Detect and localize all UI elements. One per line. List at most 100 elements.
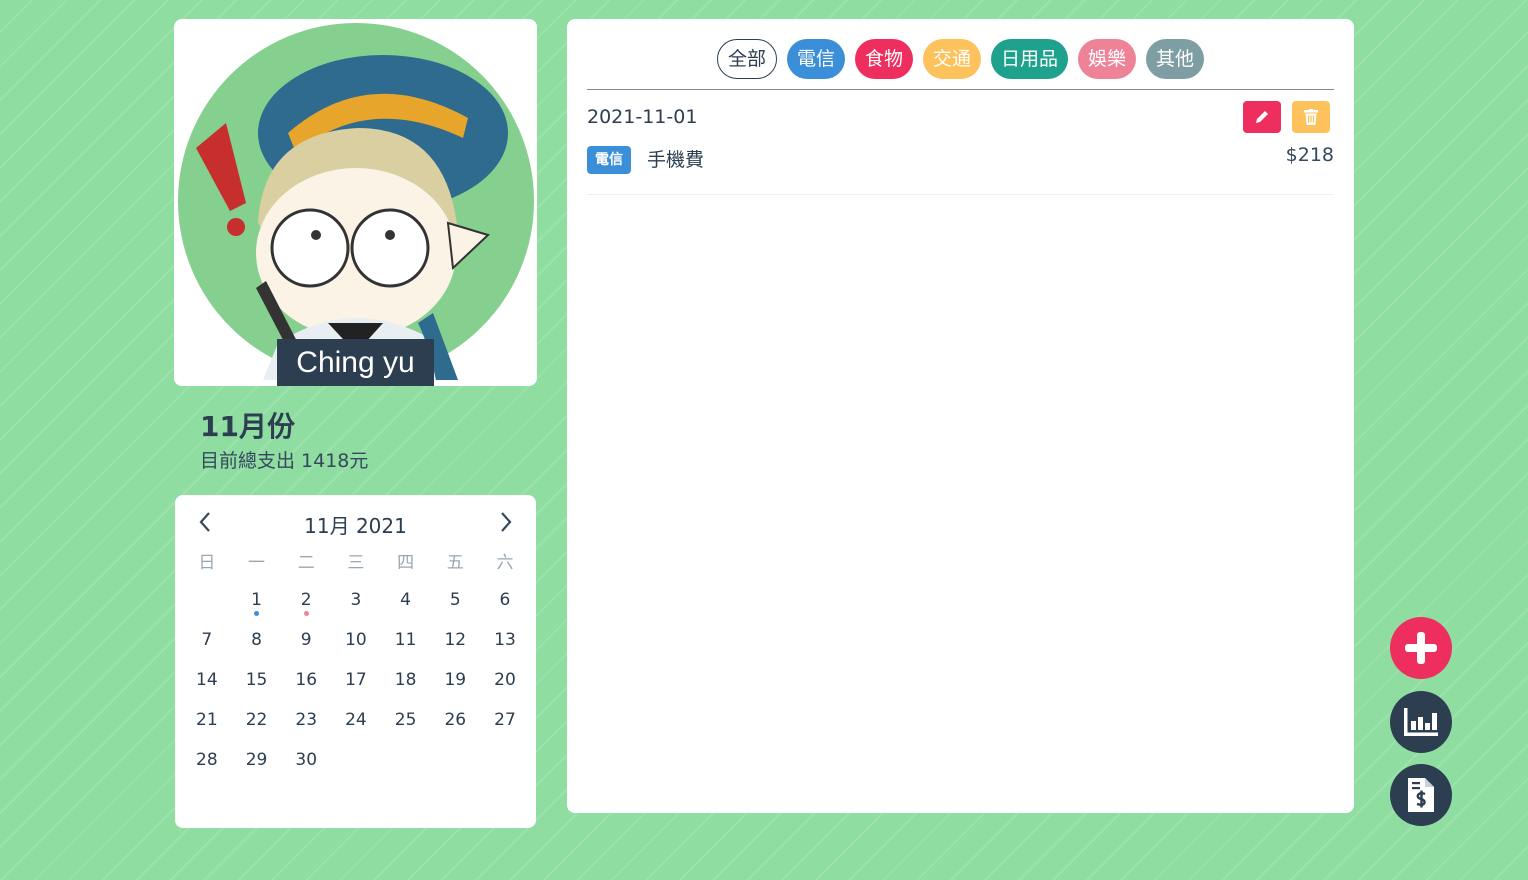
calendar-day-number: 8 <box>251 630 262 650</box>
edit-button[interactable] <box>1243 101 1281 133</box>
profile-card: Ching yu <box>174 19 537 386</box>
calendar-weekday: 六 <box>496 553 514 573</box>
month-total: 目前總支出 1418元 <box>200 450 369 472</box>
calendar-day-number: 2 <box>300 590 312 610</box>
calendar-day[interactable]: 10 <box>331 623 381 663</box>
calendar-day-number: 1 <box>251 590 262 610</box>
calendar-day-number: 29 <box>245 750 268 770</box>
calendar-title: 11月 2021 <box>304 514 407 538</box>
calendar-day[interactable]: 17 <box>331 663 381 703</box>
expense-marker-dot <box>303 611 309 616</box>
calendar-day[interactable]: 24 <box>331 703 381 743</box>
calendar-week: 21 22 23 24 25 26 27 <box>182 703 530 743</box>
calendar-day-number: 24 <box>345 710 367 730</box>
entry-amount: $218 <box>1285 144 1334 166</box>
filter-chip[interactable]: 食物 <box>854 39 913 79</box>
calendar-day[interactable]: 9 <box>281 623 331 663</box>
calendar-weekday: 五 <box>446 553 464 573</box>
calendar-empty-cell <box>480 743 530 783</box>
bill-button[interactable] <box>1390 764 1452 826</box>
calendar-week: 7 8 9 10 11 12 13 <box>182 623 530 663</box>
entry-category-badge: 電信 <box>587 146 631 174</box>
filter-chip[interactable]: 全部 <box>716 39 777 79</box>
calendar-day[interactable]: 14 <box>182 663 232 703</box>
calendar-day[interactable]: 8 <box>232 623 282 663</box>
calendar-day[interactable]: 19 <box>430 663 480 703</box>
calendar-day[interactable]: 30 <box>281 743 331 783</box>
filter-chip[interactable]: 其他 <box>1146 39 1205 79</box>
calendar-empty-cell <box>331 743 381 783</box>
invoice-dollar-icon <box>1408 778 1434 812</box>
calendar-day-number: 18 <box>394 670 417 690</box>
entry-item-name: 手機費 <box>647 149 705 171</box>
calendar-day-number: 12 <box>444 630 467 650</box>
calendar-day[interactable]: 20 <box>480 663 530 703</box>
calendar-weekday: 一 <box>248 553 266 573</box>
expense-panel: 全部 電信 食物 交通 日用品 娛樂 其他 2021-11-01 電信 手機費 $218 <box>567 19 1354 813</box>
calendar-day[interactable]: 6 <box>480 583 530 623</box>
calendar-grid: 日一二三四五六 1 2 3 4 5 6 7 8 9 10 11 12 13 14 15 16 17 18 19 20 21… <box>182 547 530 783</box>
calendar-day[interactable]: 11 <box>381 623 431 663</box>
filter-chip[interactable]: 日用品 <box>991 39 1069 79</box>
chevron-left-icon[interactable] <box>193 507 217 543</box>
calendar-day-number: 15 <box>245 670 268 690</box>
chevron-right-icon[interactable] <box>494 507 518 543</box>
filter-chip[interactable]: 娛樂 <box>1078 39 1137 79</box>
avatar <box>178 23 534 380</box>
chart-button[interactable] <box>1390 691 1452 753</box>
divider <box>587 89 1334 90</box>
trash-icon <box>1304 109 1318 125</box>
filter-chip[interactable]: 交通 <box>922 39 981 79</box>
calendar-day[interactable]: 29 <box>232 743 282 783</box>
calendar-day-number: 5 <box>449 590 461 610</box>
calendar-day[interactable]: 28 <box>182 743 232 783</box>
calendar-day-number: 9 <box>300 630 312 650</box>
calendar-day-number: 13 <box>494 630 516 650</box>
calendar-weekday: 三 <box>347 553 365 573</box>
calendar-day-number: 14 <box>196 670 218 690</box>
calendar-day[interactable]: 12 <box>430 623 480 663</box>
category-filters: 全部 電信 食物 交通 日用品 娛樂 其他 <box>567 39 1354 79</box>
calendar-day[interactable]: 7 <box>182 623 232 663</box>
calendar-day-number: 25 <box>394 710 417 730</box>
calendar-day-number: 4 <box>400 590 411 610</box>
calendar-day-number: 10 <box>345 630 367 650</box>
pencil-icon <box>1256 111 1268 123</box>
calendar-empty-cell <box>430 743 480 783</box>
calendar-day[interactable]: 25 <box>381 703 431 743</box>
calendar-day[interactable]: 27 <box>480 703 530 743</box>
calendar-day-number: 16 <box>295 670 318 690</box>
calendar-day-number: 28 <box>196 750 218 770</box>
filter-chip[interactable]: 電信 <box>786 39 845 79</box>
calendar-day[interactable]: 23 <box>281 703 331 743</box>
calendar-day-number: 11 <box>394 630 417 650</box>
calendar-day[interactable]: 13 <box>480 623 530 663</box>
calendar-day-number: 27 <box>494 710 516 730</box>
calendar-day[interactable]: 4 <box>381 583 431 623</box>
calendar-weekday-row: 日一二三四五六 <box>182 547 530 583</box>
calendar-day[interactable]: 18 <box>381 663 431 703</box>
calendar-day-number: 23 <box>295 710 318 730</box>
calendar-day[interactable]: 3 <box>331 583 381 623</box>
calendar: 11月 2021 日一二三四五六 1 2 3 4 5 6 7 8 9 10 11 12 13 14 15 16 1… <box>175 495 536 828</box>
calendar-day-number: 20 <box>494 670 516 690</box>
calendar-empty-cell <box>182 583 232 623</box>
calendar-week: 28 29 30 <box>182 743 530 783</box>
calendar-day[interactable]: 1 <box>232 583 282 623</box>
profile-name: Ching yu <box>277 339 434 386</box>
calendar-day-number: 3 <box>350 590 362 610</box>
add-expense-button[interactable] <box>1390 617 1452 679</box>
calendar-day[interactable]: 5 <box>430 583 480 623</box>
calendar-day[interactable]: 22 <box>232 703 282 743</box>
calendar-day[interactable]: 21 <box>182 703 232 743</box>
calendar-day[interactable]: 16 <box>281 663 331 703</box>
calendar-day[interactable]: 26 <box>430 703 480 743</box>
calendar-day[interactable]: 2 <box>281 583 331 623</box>
calendar-week: 1 2 3 4 5 6 <box>182 583 530 623</box>
calendar-weekday: 四 <box>397 553 415 573</box>
calendar-day-number: 6 <box>499 590 511 610</box>
bar-chart-icon <box>1404 708 1438 736</box>
delete-button[interactable] <box>1292 101 1330 133</box>
calendar-day[interactable]: 15 <box>232 663 282 703</box>
expense-marker-dot <box>254 611 260 616</box>
